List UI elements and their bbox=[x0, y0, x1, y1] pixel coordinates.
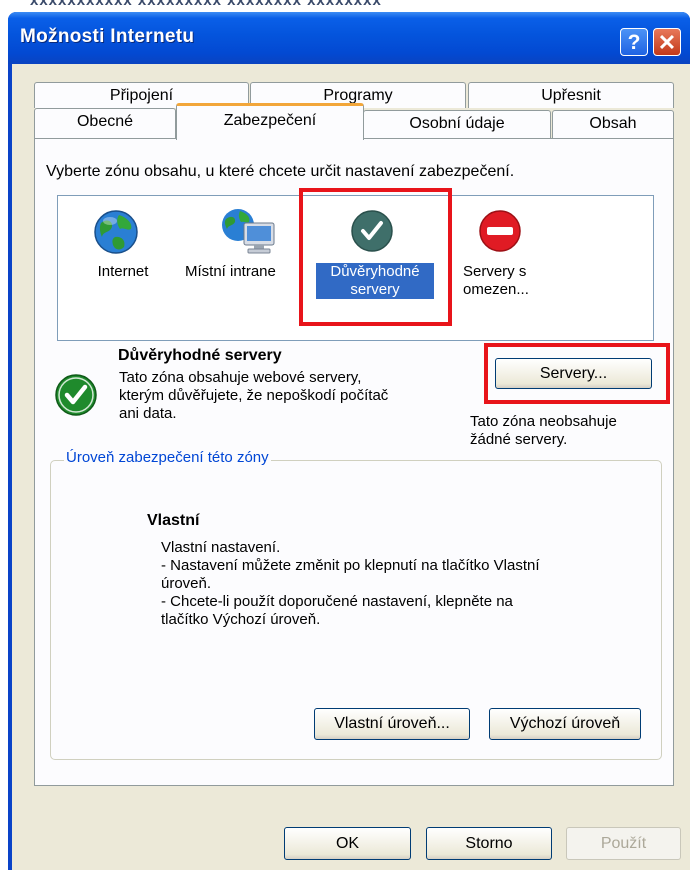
zone-title: Důvěryhodné servery bbox=[118, 347, 282, 364]
zone-label-line: omezen... bbox=[463, 281, 529, 298]
zone-description-line: ani data. bbox=[119, 405, 177, 422]
security-level-name: Vlastní bbox=[147, 512, 200, 529]
close-button[interactable]: ✕ bbox=[653, 28, 681, 56]
security-level-description: Vlastní nastavení. - Nastavení můžete zm… bbox=[161, 539, 641, 629]
highlight-box-trusted-zone bbox=[299, 188, 452, 326]
ok-button[interactable]: OK bbox=[284, 827, 411, 860]
tab-content[interactable]: Obsah bbox=[552, 110, 674, 138]
help-button[interactable]: ? bbox=[620, 28, 648, 56]
security-level-legend: Úroveň zabezpečení této zóny bbox=[64, 449, 271, 466]
no-servers-line: Tato zóna neobsahuje bbox=[470, 413, 617, 430]
tab-label: Zabezpečení bbox=[223, 112, 317, 129]
level-description-line: úroveň. bbox=[161, 575, 212, 592]
tab-personal[interactable]: Osobní údaje bbox=[363, 110, 551, 138]
custom-level-button[interactable]: Vlastní úroveň... bbox=[314, 708, 470, 740]
zone-description-line: Tato zóna obsahuje webové servery, bbox=[119, 369, 362, 386]
zone-label-restricted[interactable]: Servery s omezen... bbox=[463, 263, 543, 299]
tab-security[interactable]: Zabezpečení bbox=[176, 103, 364, 140]
tab-general[interactable]: Obecné bbox=[34, 108, 176, 138]
no-entry-icon[interactable] bbox=[478, 209, 522, 253]
apply-button[interactable]: Použít bbox=[566, 827, 681, 860]
no-servers-line: žádné servery. bbox=[470, 431, 568, 448]
tab-label: Upřesnit bbox=[541, 87, 601, 104]
level-description-line: tlačítko Výchozí úroveň. bbox=[161, 611, 321, 628]
tab-advanced[interactable]: Upřesnit bbox=[468, 82, 674, 108]
highlight-box-servers-button bbox=[484, 343, 670, 404]
tab-label: Připojení bbox=[109, 87, 174, 104]
tab-label: Obecné bbox=[76, 113, 134, 130]
instruction-text: Vyberte zónu obsahu, u které chcete urči… bbox=[46, 163, 515, 180]
checkmark-icon bbox=[55, 374, 97, 416]
no-servers-text: Tato zóna neobsahuje žádné servery. bbox=[470, 413, 660, 449]
default-level-button[interactable]: Výchozí úroveň bbox=[489, 708, 641, 740]
level-description-line: - Nastavení můžete změnit po klepnutí na… bbox=[161, 557, 540, 574]
tab-label: Osobní údaje bbox=[409, 115, 505, 132]
window-title: Možnosti Internetu bbox=[20, 26, 195, 47]
globe-icon[interactable] bbox=[93, 209, 139, 255]
level-description-line: - Chcete-li použít doporučené nastavení,… bbox=[161, 593, 513, 610]
globe-computer-icon[interactable] bbox=[220, 207, 278, 257]
zone-description: Tato zóna obsahuje webové servery, který… bbox=[119, 369, 474, 423]
cancel-button[interactable]: Storno bbox=[426, 827, 552, 860]
level-description-line: Vlastní nastavení. bbox=[161, 539, 281, 556]
tab-label: Obsah bbox=[589, 115, 637, 132]
background-window-text: xxxxxxxxxxx xxxxxxxxx xxxxxxxx xxxxxxxx bbox=[30, 0, 382, 9]
zone-label-intranet[interactable]: Místní intrane bbox=[185, 263, 305, 281]
zone-label-internet[interactable]: Internet bbox=[86, 263, 160, 281]
zone-description-line: kterým důvěřujete, že nepoškodí počítač bbox=[119, 387, 389, 404]
zone-label-line: Servery s bbox=[463, 263, 527, 280]
